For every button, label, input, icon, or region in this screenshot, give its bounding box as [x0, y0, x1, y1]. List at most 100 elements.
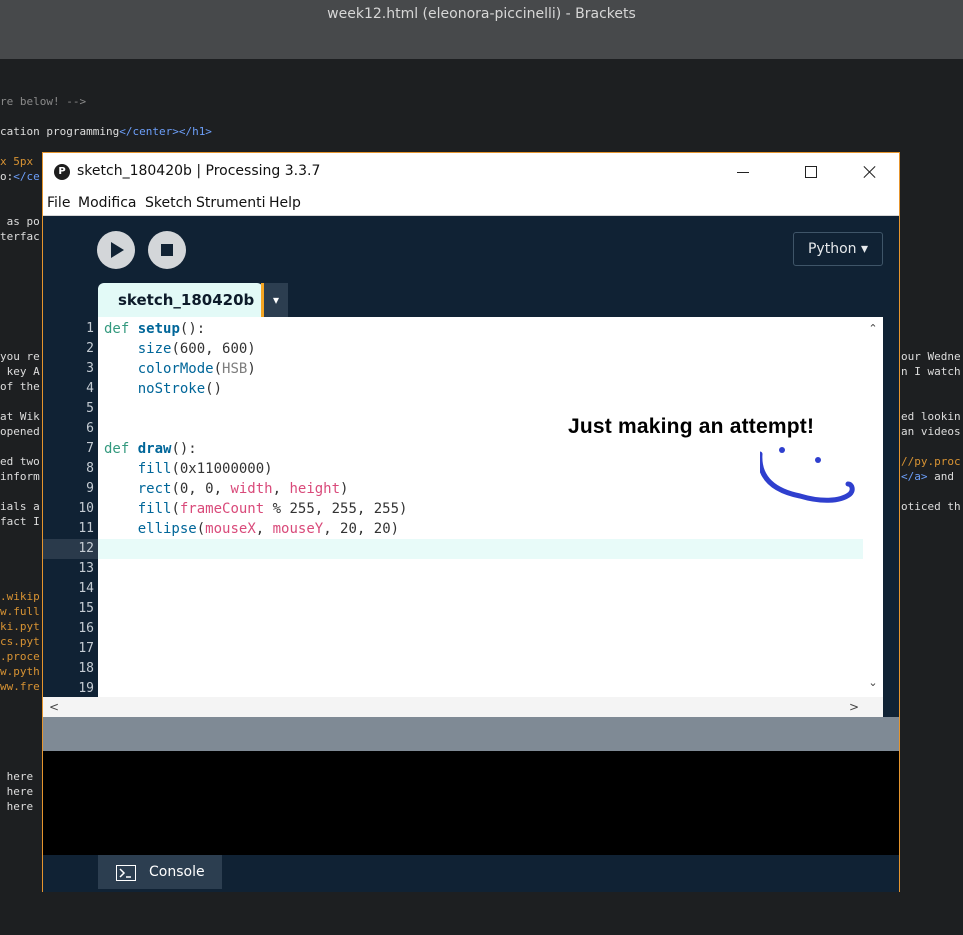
menu-sketch[interactable]: Sketch: [145, 195, 192, 211]
line-number: 8: [86, 461, 94, 476]
annotation-text: Just making an attempt!: [568, 415, 815, 438]
code-line: fill(frameCount % 255, 255, 255): [137, 501, 408, 517]
code-text-area[interactable]: def setup(): size(600, 600) colorMode(HS…: [98, 317, 863, 697]
console-output[interactable]: [43, 751, 899, 855]
line-number-gutter: 1 2 3 4 5 6 7 8 9 10 11 12 13 14 15 16 1…: [43, 317, 98, 697]
minimize-button[interactable]: [723, 159, 763, 185]
line-number: 10: [78, 501, 94, 516]
menu-modifica[interactable]: Modifica: [78, 195, 137, 211]
code-fragment: you re: [0, 350, 40, 363]
line-number: 1: [86, 321, 94, 336]
code-fragment: here: [0, 800, 34, 813]
line-number: 16: [78, 621, 94, 636]
scroll-down-icon[interactable]: ⌄: [867, 677, 879, 689]
console-tab-label: Console: [149, 864, 205, 880]
code-fragment: //py.proc: [901, 455, 961, 468]
menu-strumenti[interactable]: Strumenti: [196, 195, 266, 211]
code-fragment: of the: [0, 380, 40, 393]
code-fragment: .wikip: [0, 590, 40, 603]
play-icon: [111, 242, 124, 258]
tab-menu-button[interactable]: ▾: [264, 283, 288, 317]
code-fragment: ww.fre: [0, 680, 40, 693]
line-number: 2: [86, 341, 94, 356]
code-fragment: w.pyth: [0, 665, 40, 678]
code-line: def setup():: [104, 321, 206, 337]
tab-sketch[interactable]: sketch_180420b: [98, 283, 263, 317]
code-line: ellipse(mouseX, mouseY, 20, 20): [137, 521, 400, 537]
code-line: noStroke(): [137, 381, 223, 397]
brackets-title-bar: week12.html (eleonora-piccinelli) - Brac…: [0, 0, 963, 59]
code-line: def draw():: [104, 441, 197, 457]
line-number: 4: [86, 381, 94, 396]
brackets-window-title: week12.html (eleonora-piccinelli) - Brac…: [327, 6, 636, 22]
processing-title-bar[interactable]: P sketch_180420b | Processing 3.3.7: [43, 153, 899, 191]
close-button[interactable]: [849, 159, 889, 185]
code-line: colorMode(HSB): [137, 361, 256, 377]
code-fragment: n I watch: [901, 365, 961, 378]
code-fragment: key A: [0, 365, 40, 378]
stop-button[interactable]: [148, 231, 186, 269]
line-number: 17: [78, 641, 94, 656]
code-fragment: ials a: [0, 500, 40, 513]
code-fragment: ed two: [0, 455, 40, 468]
line-number: 11: [78, 521, 94, 536]
code-fragment: inform: [0, 470, 40, 483]
footer-bar: Console: [43, 855, 899, 892]
code-fragment: terfac: [0, 230, 40, 243]
line-number: 15: [78, 601, 94, 616]
line-number: 18: [78, 661, 94, 676]
code-fragment: ed lookin: [901, 410, 961, 423]
vertical-scrollbar[interactable]: ⌃ ⌄: [863, 317, 883, 697]
scroll-left-icon[interactable]: <: [49, 700, 59, 714]
code-fragment: w.full: [0, 605, 40, 618]
current-line-highlight: [98, 539, 863, 559]
mode-selector[interactable]: Python ▾: [793, 232, 883, 266]
toolbar: Python ▾ sketch_180420b ▾: [43, 216, 899, 317]
code-fragment: cation programming</center></h1>: [0, 125, 212, 138]
line-number: 13: [78, 561, 94, 576]
processing-window-title: sketch_180420b | Processing 3.3.7: [77, 163, 321, 179]
code-fragment: opened: [0, 425, 40, 438]
code-fragment: </a> and: [901, 470, 954, 483]
menu-help[interactable]: Help: [269, 195, 301, 211]
code-line: rect(0, 0, width, height): [137, 481, 349, 497]
line-number: 5: [86, 401, 94, 416]
code-fragment: here: [0, 770, 34, 783]
code-fragment: o:</ce: [0, 170, 40, 183]
code-fragment: cs.pyt: [0, 635, 40, 648]
code-fragment: an videos: [901, 425, 961, 438]
code-fragment: x 5px: [0, 155, 34, 168]
console-tab[interactable]: Console: [98, 855, 222, 889]
maximize-button[interactable]: [791, 159, 831, 185]
smiley-doodle: [760, 447, 855, 503]
scroll-right-icon[interactable]: >: [849, 700, 859, 714]
code-fragment: at Wik: [0, 410, 40, 423]
code-fragment: here: [0, 785, 34, 798]
code-fragment: fact I: [0, 515, 40, 528]
code-fragment: .proce: [0, 650, 40, 663]
status-bar: [43, 717, 899, 751]
stop-icon: [161, 244, 173, 256]
terminal-icon: [116, 865, 136, 881]
code-fragment: as po: [0, 215, 40, 228]
code-line: size(600, 600): [137, 341, 256, 357]
code-fragment: our Wedne: [901, 350, 961, 363]
line-number: 6: [86, 421, 94, 436]
processing-window: P sketch_180420b | Processing 3.3.7 File…: [42, 152, 900, 892]
code-editor[interactable]: 1 2 3 4 5 6 7 8 9 10 11 12 13 14 15 16 1…: [43, 317, 899, 717]
horizontal-scrollbar[interactable]: < >: [43, 697, 883, 717]
scroll-up-icon[interactable]: ⌃: [867, 323, 879, 335]
line-number: 19: [78, 681, 94, 696]
code-fragment: ki.pyt: [0, 620, 40, 633]
menu-bar: File Modifica Sketch Strumenti Help: [43, 191, 899, 216]
line-number: 3: [86, 361, 94, 376]
line-number: 12: [78, 541, 94, 556]
line-number: 9: [86, 481, 94, 496]
run-button[interactable]: [97, 231, 135, 269]
menu-file[interactable]: File: [47, 195, 70, 211]
code-fragment: oticed th: [901, 500, 961, 513]
code-fragment: re below! -->: [0, 95, 87, 108]
code-line: fill(0x11000000): [137, 461, 273, 477]
line-number: 14: [78, 581, 94, 596]
line-number: 7: [86, 441, 94, 456]
